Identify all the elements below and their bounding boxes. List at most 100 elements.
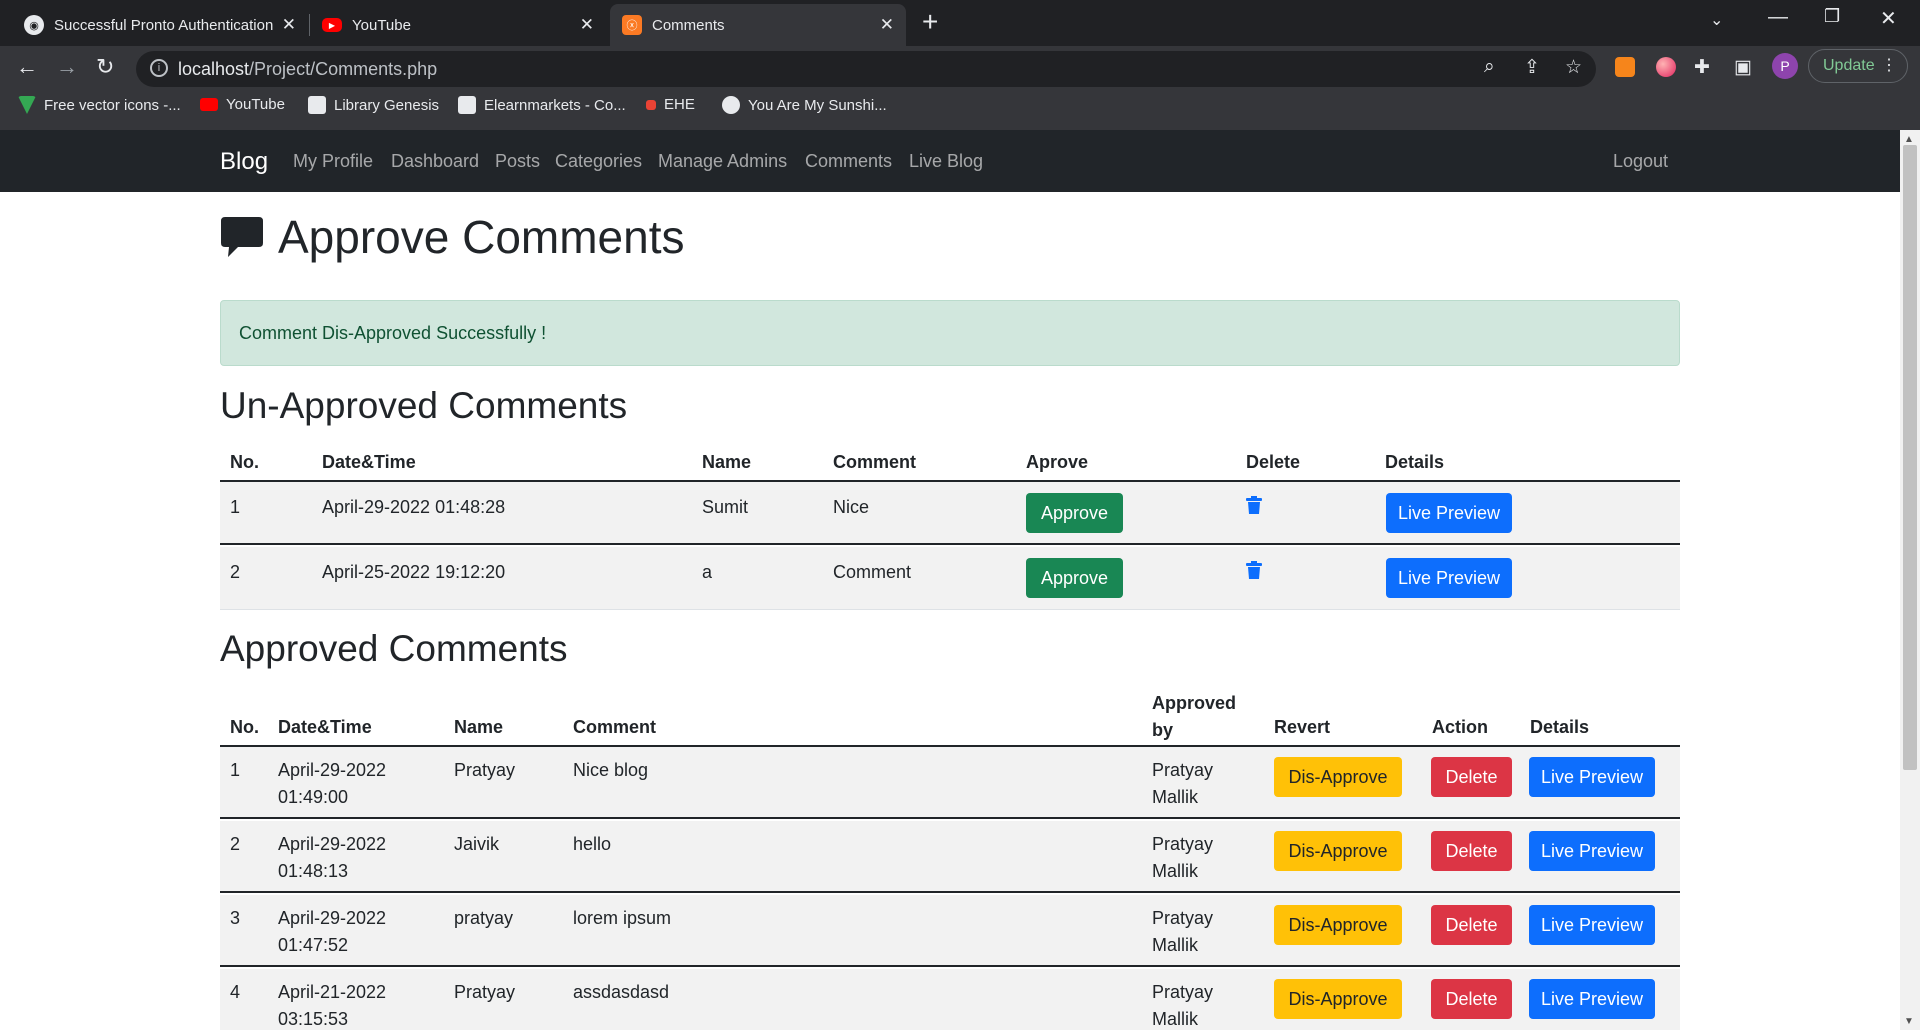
- page-viewport: Blog My Profile Dashboard Posts Categori…: [0, 130, 1900, 1030]
- dis-approve-button[interactable]: Dis-Approve: [1274, 831, 1402, 871]
- bookmark-you-are-my-sunshine[interactable]: You Are My Sunshi...: [722, 96, 887, 114]
- update-button[interactable]: Update: [1808, 49, 1908, 83]
- site-navbar: Blog My Profile Dashboard Posts Categori…: [0, 130, 1900, 192]
- scroll-up-arrow-icon[interactable]: ▲: [1904, 134, 1914, 145]
- scrollbar-thumb[interactable]: [1903, 145, 1917, 770]
- url-text: localhost/Project/Comments.php: [178, 59, 437, 80]
- tab-youtube[interactable]: ▶ YouTube ✕: [310, 4, 606, 46]
- reload-icon[interactable]: ↻: [96, 54, 114, 80]
- live-preview-button[interactable]: Live Preview: [1529, 757, 1655, 797]
- nav-manage-admins[interactable]: Manage Admins: [658, 151, 787, 172]
- nav-dashboard[interactable]: Dashboard: [391, 151, 479, 172]
- forward-icon[interactable]: →: [56, 54, 78, 80]
- extension-icon[interactable]: [1656, 57, 1676, 77]
- cell-comment: lorem ipsum: [573, 908, 672, 928]
- new-tab-icon[interactable]: +: [922, 6, 938, 38]
- tab-pronto[interactable]: ◉ Successful Pronto Authentication ✕: [12, 4, 308, 46]
- cell-date: April-29-2022: [278, 760, 387, 780]
- back-icon[interactable]: ←: [16, 54, 38, 80]
- profile-avatar[interactable]: P: [1772, 53, 1798, 79]
- nav-posts[interactable]: Posts: [495, 151, 540, 172]
- bookmark-ehe[interactable]: EHE: [646, 96, 695, 113]
- cell-time: 01:47:52: [278, 935, 349, 955]
- bookmark-label: EHE: [664, 96, 695, 113]
- cell-no: 1: [230, 497, 241, 517]
- bookmark-free-vector-icons[interactable]: Free vector icons -...: [18, 96, 181, 114]
- browser-toolbar: ← → ↻ i localhost/Project/Comments.php ⌕…: [0, 46, 1920, 130]
- col-header-comment: Comment: [573, 717, 657, 737]
- dis-approve-button[interactable]: Dis-Approve: [1274, 979, 1402, 1019]
- cell-comment: Nice: [833, 497, 870, 517]
- extensions-puzzle-icon[interactable]: ✚: [1694, 56, 1710, 79]
- scroll-down-arrow-icon[interactable]: ▼: [1904, 1016, 1914, 1027]
- bookmark-library-genesis[interactable]: Library Genesis: [308, 96, 439, 114]
- restore-icon[interactable]: ❐: [1824, 6, 1840, 27]
- minimize-icon[interactable]: —: [1768, 6, 1788, 29]
- cell-no: 1: [230, 760, 241, 780]
- cell-approved-by-first: Pratyay: [1152, 834, 1214, 854]
- col-header-datetime: Date&Time: [278, 717, 372, 737]
- bookmark-label: YouTube: [226, 96, 285, 113]
- xampp-icon: ⓧ: [622, 15, 642, 35]
- bookmark-elearnmarkets[interactable]: Elearnmarkets - Co...: [458, 96, 626, 114]
- approve-button[interactable]: Approve: [1026, 558, 1123, 598]
- table-row: 3 April-29-2022 01:47:52 pratyay lorem ipsum…: [220, 895, 1680, 967]
- cell-datetime: April-29-2022 01:48:28: [322, 497, 506, 517]
- nav-comments[interactable]: Comments: [805, 151, 892, 172]
- nav-my-profile[interactable]: My Profile: [293, 151, 373, 172]
- trash-icon[interactable]: [1246, 561, 1262, 579]
- dis-approve-button[interactable]: Dis-Approve: [1274, 757, 1402, 797]
- delete-button[interactable]: Delete: [1431, 757, 1512, 797]
- tab-title: Successful Pronto Authentication: [54, 16, 274, 34]
- page-title-text: Approve Comments: [278, 211, 685, 263]
- close-tab-icon[interactable]: ✕: [282, 15, 296, 35]
- col-header-datetime: Date&Time: [322, 452, 416, 472]
- site-info-icon[interactable]: i: [150, 59, 168, 77]
- cell-name: a: [702, 562, 713, 582]
- share-icon[interactable]: ⇪: [1524, 56, 1540, 79]
- live-preview-button[interactable]: Live Preview: [1529, 831, 1655, 871]
- side-panel-icon[interactable]: ▣: [1734, 56, 1752, 79]
- table-row: 4 April-21-2022 03:15:53 Pratyay assdasdasd P…: [220, 969, 1680, 1030]
- close-tab-icon[interactable]: ✕: [880, 15, 894, 35]
- nav-live-blog[interactable]: Live Blog: [909, 151, 983, 172]
- bookmark-star-icon[interactable]: ☆: [1565, 56, 1582, 79]
- trash-icon[interactable]: [1246, 496, 1262, 514]
- browser-tab-strip: ◉ Successful Pronto Authentication ✕ ▶ Y…: [0, 0, 1920, 46]
- cell-approved-by-last: Mallik: [1152, 1009, 1199, 1029]
- ehe-icon: [646, 99, 656, 110]
- cell-name: Pratyay: [454, 982, 516, 1002]
- cell-date: April-29-2022: [278, 908, 387, 928]
- live-preview-button[interactable]: Live Preview: [1529, 979, 1655, 1019]
- col-header-comment: Comment: [833, 452, 917, 472]
- live-preview-button[interactable]: Live Preview: [1386, 558, 1512, 598]
- nav-categories[interactable]: Categories: [555, 151, 642, 172]
- bookmark-youtube[interactable]: YouTube: [200, 96, 285, 113]
- col-header-name: Name: [702, 452, 752, 472]
- page-title: Approve Comments: [220, 210, 685, 264]
- tab-comments[interactable]: ⓧ Comments ✕: [610, 4, 906, 46]
- dis-approve-button[interactable]: Dis-Approve: [1274, 905, 1402, 945]
- youtube-icon: [200, 98, 218, 111]
- zoom-icon[interactable]: ⌕: [1484, 56, 1495, 78]
- delete-button[interactable]: Delete: [1431, 979, 1512, 1019]
- unapproved-heading: Un-Approved Comments: [220, 385, 628, 426]
- live-preview-button[interactable]: Live Preview: [1386, 493, 1512, 533]
- metamask-icon[interactable]: [1615, 57, 1635, 77]
- live-preview-button[interactable]: Live Preview: [1529, 905, 1655, 945]
- url-path: /Project/Comments.php: [249, 59, 438, 79]
- cell-name: Sumit: [702, 497, 749, 517]
- close-tab-icon[interactable]: ✕: [580, 15, 594, 35]
- navbar-brand[interactable]: Blog: [220, 148, 268, 176]
- delete-button[interactable]: Delete: [1431, 831, 1512, 871]
- logout-link[interactable]: Logout: [1613, 151, 1668, 172]
- approve-button[interactable]: Approve: [1026, 493, 1123, 533]
- tab-search-icon[interactable]: ⌄: [1710, 10, 1723, 30]
- cell-datetime: April-25-2022 19:12:20: [322, 562, 506, 582]
- cell-no: 3: [230, 908, 241, 928]
- close-window-icon[interactable]: ✕: [1880, 6, 1897, 31]
- address-bar[interactable]: i localhost/Project/Comments.php: [136, 51, 1596, 87]
- cell-comment: Nice blog: [573, 760, 649, 780]
- delete-button[interactable]: Delete: [1431, 905, 1512, 945]
- url-host: localhost: [178, 59, 250, 79]
